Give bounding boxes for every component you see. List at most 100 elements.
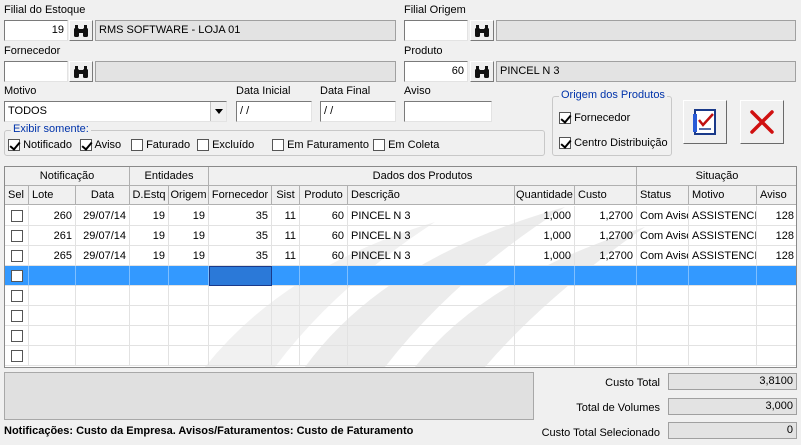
cell-destq [130, 266, 169, 286]
cell-aviso: 128 [757, 206, 796, 226]
filter-em-faturamento-label: Em Faturamento [287, 139, 369, 151]
cell-origem: 19 [169, 246, 209, 266]
cell-custo [575, 326, 637, 346]
motivo-select[interactable]: TODOS [4, 101, 227, 122]
origem-centro-distribuicao[interactable]: Centro Distribuição [559, 137, 668, 150]
chevron-down-icon[interactable] [210, 102, 226, 121]
aviso-input[interactable] [404, 101, 492, 122]
cell-data: 29/07/14 [76, 246, 130, 266]
data-final-input[interactable]: / / [320, 101, 396, 122]
row-select-checkbox[interactable] [10, 350, 23, 363]
checkbox-icon[interactable] [8, 139, 20, 152]
filial-origem-input[interactable] [404, 20, 468, 41]
col-origem[interactable]: Origem [169, 186, 209, 205]
cell-sist [272, 326, 300, 346]
cell-aviso [757, 326, 796, 346]
cell-sel[interactable] [5, 246, 29, 266]
motivo-value: TODOS [8, 105, 47, 117]
cell-sel[interactable] [5, 226, 29, 246]
filter-em-coleta-label: Em Coleta [388, 139, 440, 151]
row-select-checkbox[interactable] [10, 310, 23, 323]
cell-data [76, 306, 130, 326]
col-data[interactable]: Data [76, 186, 130, 205]
filial-estoque-search-button[interactable] [69, 20, 93, 41]
cell-sel[interactable] [5, 346, 29, 366]
row-select-checkbox[interactable] [10, 270, 23, 283]
col-quantidade[interactable]: Quantidade [515, 186, 575, 205]
cell-sel[interactable] [5, 306, 29, 326]
checkbox-icon[interactable] [559, 137, 571, 150]
row-select-checkbox[interactable] [10, 230, 23, 243]
cancel-button[interactable] [740, 100, 784, 144]
row-select-checkbox[interactable] [10, 210, 23, 223]
filial-estoque-name: RMS SOFTWARE - LOJA 01 [95, 20, 396, 41]
cell-sist [272, 306, 300, 326]
col-aviso[interactable]: Aviso [757, 186, 796, 205]
filter-excluido[interactable]: Excluído [197, 139, 254, 152]
custo-selecionado-label: Custo Total Selecionado [541, 427, 660, 439]
footer-note: Notificações: Custo da Empresa. Avisos/F… [4, 425, 414, 437]
cell-sel[interactable] [5, 206, 29, 226]
cell-sel[interactable] [5, 286, 29, 306]
cell-produto: 60 [300, 206, 348, 226]
cell-aviso [757, 346, 796, 366]
checkbox-icon[interactable] [131, 139, 143, 152]
cell-descricao [348, 326, 515, 346]
col-sist[interactable]: Sist [272, 186, 300, 205]
fornecedor-input[interactable] [4, 61, 68, 82]
cell-sel[interactable] [5, 326, 29, 346]
cell-origem: 19 [169, 226, 209, 246]
filial-origem-search-button[interactable] [470, 20, 494, 41]
cell-origem [169, 306, 209, 326]
group-dados-produtos: Dados dos Produtos [209, 167, 637, 186]
row-select-checkbox[interactable] [10, 250, 23, 263]
col-motivo[interactable]: Motivo [689, 186, 757, 205]
col-custo[interactable]: Custo [575, 186, 637, 205]
fornecedor-search-button[interactable] [69, 61, 93, 82]
checkbox-icon[interactable] [80, 139, 92, 152]
cell-custo: 1,2700 [575, 246, 637, 266]
col-produto[interactable]: Produto [300, 186, 348, 205]
cell-descricao: PINCEL N 3 [348, 226, 515, 246]
col-fornecedor[interactable]: Fornecedor [209, 186, 272, 205]
custo-total-label: Custo Total [605, 377, 660, 389]
filter-aviso-label: Aviso [94, 139, 122, 151]
checkbox-icon[interactable] [559, 112, 571, 125]
cell-lote [29, 286, 76, 306]
products-grid[interactable]: Notificação Entidades Dados dos Produtos… [4, 166, 797, 368]
cell-sel[interactable] [5, 266, 29, 286]
filial-estoque-input[interactable]: 19 [4, 20, 68, 41]
row-select-checkbox[interactable] [10, 290, 23, 303]
filter-em-coleta[interactable]: Em Coleta [373, 139, 440, 152]
col-descricao[interactable]: Descrição [348, 186, 515, 205]
checkbox-icon[interactable] [272, 139, 284, 152]
cell-aviso: 128 [757, 246, 796, 266]
origem-fornecedor[interactable]: Fornecedor [559, 112, 630, 125]
produto-name: PINCEL N 3 [496, 61, 796, 82]
checkbox-icon[interactable] [197, 139, 209, 152]
cell-fornecedor [209, 266, 272, 286]
filter-notificado[interactable]: Notificado [8, 139, 72, 152]
col-destq[interactable]: D.Estq [130, 186, 169, 205]
cell-origem [169, 326, 209, 346]
checkbox-icon[interactable] [373, 139, 385, 152]
row-select-checkbox[interactable] [10, 330, 23, 343]
confirm-button[interactable] [683, 100, 727, 144]
cell-fornecedor [209, 306, 272, 326]
fornecedor-name [95, 61, 396, 82]
produto-search-button[interactable] [470, 61, 494, 82]
data-inicial-input[interactable]: / / [236, 101, 312, 122]
produto-input[interactable]: 60 [404, 61, 468, 82]
aviso-label: Aviso [404, 85, 431, 97]
col-lote[interactable]: Lote [29, 186, 76, 205]
binoculars-icon [475, 65, 489, 78]
filter-em-faturamento[interactable]: Em Faturamento [272, 139, 369, 152]
col-status[interactable]: Status [637, 186, 689, 205]
filter-aviso[interactable]: Aviso [80, 139, 122, 152]
col-sel[interactable]: Sel [5, 186, 29, 205]
cell-aviso [757, 286, 796, 306]
filter-faturado[interactable]: Faturado [131, 139, 190, 152]
filial-origem-name [496, 20, 796, 41]
cell-destq: 19 [130, 226, 169, 246]
cell-status [637, 346, 689, 366]
